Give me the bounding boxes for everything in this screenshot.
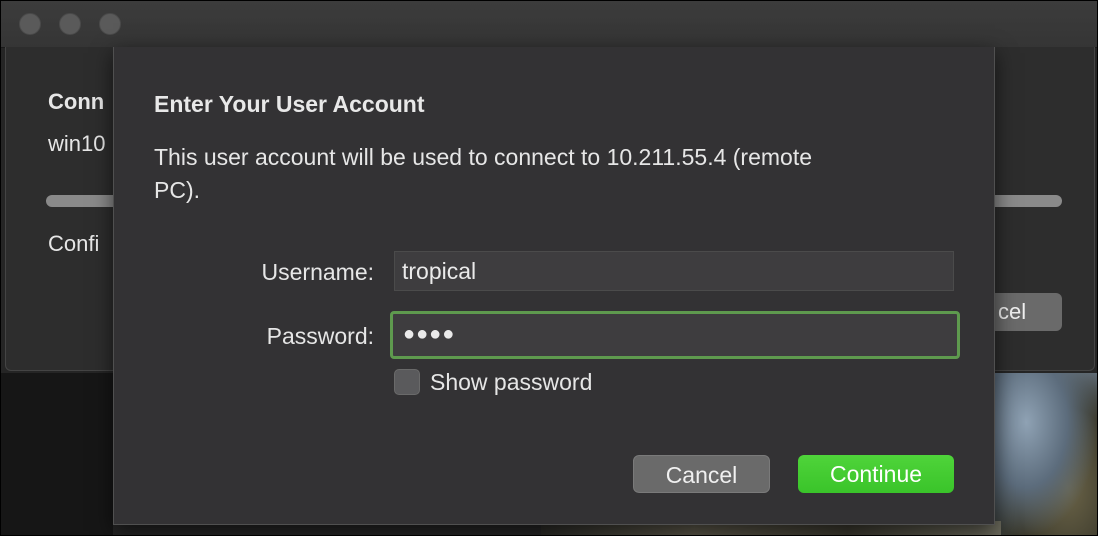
zoom-window-icon[interactable]: [99, 13, 121, 35]
window-titlebar: [1, 1, 1097, 48]
desktop-backdrop-left: [1, 373, 113, 535]
dialog-title: Enter Your User Account: [154, 91, 425, 117]
password-field[interactable]: ●●●●: [390, 311, 960, 359]
username-field[interactable]: tropical: [394, 251, 954, 291]
connection-cancel-label: cel: [998, 299, 1027, 324]
app-frame: Conn win10 Confi cel Enter Your User Acc…: [0, 0, 1098, 536]
password-label: Password:: [266, 323, 374, 349]
connection-title: Conn: [48, 89, 105, 114]
close-window-icon[interactable]: [19, 13, 41, 35]
connection-status: Confi: [48, 231, 100, 256]
show-password-label[interactable]: Show password: [430, 369, 592, 396]
dialog-message: This user account will be used to connec…: [154, 144, 813, 203]
cancel-button[interactable]: Cancel: [633, 455, 770, 493]
desktop-wallpaper: [995, 373, 1097, 535]
username-label: Username:: [261, 259, 374, 285]
minimize-window-icon[interactable]: [59, 13, 81, 35]
connection-host: win10: [48, 131, 106, 156]
continue-button[interactable]: Continue: [798, 455, 954, 493]
user-account-dialog: Enter Your User Account This user accoun…: [113, 47, 995, 525]
show-password-checkbox[interactable]: [394, 369, 420, 395]
